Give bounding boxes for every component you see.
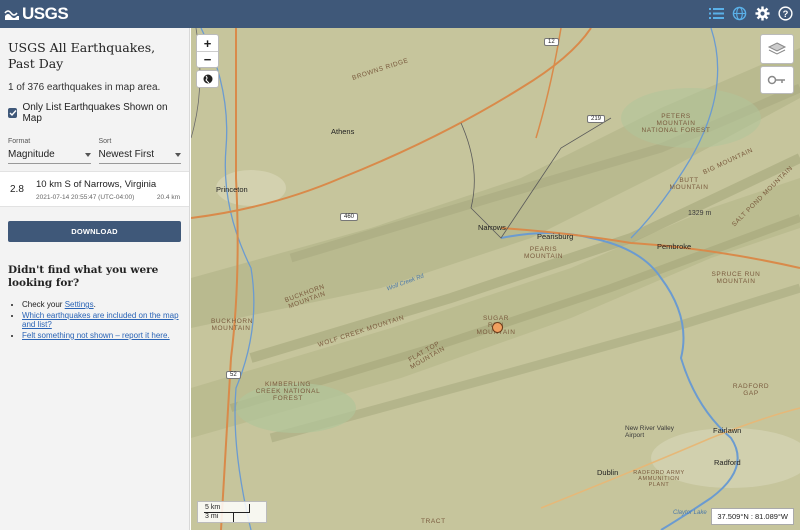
top-navigation-bar: USGS ? — [0, 0, 800, 28]
only-list-label: Only List Earthquakes Shown on Map — [22, 102, 168, 124]
map-label-pearis-mountain: PEARIS MOUNTAIN — [524, 246, 563, 260]
map-label-dublin: Dublin — [597, 468, 619, 477]
report-felt-link[interactable]: Felt something not shown – report it her… — [22, 331, 170, 340]
checkmark-icon — [9, 110, 17, 117]
chevron-down-icon — [84, 152, 91, 157]
settings-link[interactable]: Settings — [65, 300, 94, 309]
header-icons: ? — [708, 5, 794, 22]
map-label-pearisburg: Pearisburg — [537, 232, 574, 241]
list-icon[interactable] — [708, 5, 725, 22]
map-label-kimberling-forest: KIMBERLING CREEK NATIONAL FOREST — [255, 381, 321, 402]
format-value: Magnitude — [8, 149, 55, 160]
zoom-control: + − — [196, 34, 219, 68]
svg-text:?: ? — [783, 9, 789, 19]
list-item[interactable]: 2.8 10 km S of Narrows, Virginia 2021-07… — [0, 171, 189, 207]
page-title: USGS All Earthquakes, Past Day — [8, 40, 156, 71]
layers-icon — [767, 42, 787, 55]
zoom-out-button[interactable]: − — [197, 51, 218, 67]
layers-button[interactable] — [760, 34, 794, 64]
map-label-radford: Radford — [714, 458, 741, 467]
route-shield-12: 12 — [544, 38, 559, 46]
gear-icon[interactable] — [754, 5, 771, 22]
route-shield-219: 219 — [587, 115, 606, 123]
sort-select-group: Sort Newest First — [98, 138, 181, 164]
scale-bar: 5 km 3 mi — [197, 501, 267, 523]
map-label-new-river-airport: New River Valley Airport — [625, 425, 675, 439]
sort-value: Newest First — [98, 149, 155, 160]
earthquake-depth: 20.4 km — [156, 194, 180, 201]
sort-select[interactable]: Newest First — [98, 149, 181, 164]
included-earthquakes-link[interactable]: Which earthquakes are included on the ma… — [22, 311, 179, 330]
map-view[interactable]: Athens Princeton Narrows Pearisburg Pemb… — [191, 28, 800, 530]
only-list-checkbox[interactable] — [8, 108, 18, 118]
list-options: Format Magnitude Sort Newest First — [8, 138, 181, 164]
route-shield-460: 460 — [340, 213, 359, 221]
help-check-suffix: . — [93, 300, 96, 309]
help-icon[interactable]: ? — [777, 5, 794, 22]
globe-icon — [203, 74, 212, 84]
help-heading: Didn't find what you were looking for? — [8, 264, 159, 289]
map-label-radford-gap: RADFORD GAP — [732, 383, 770, 397]
route-shield-52: 52 — [226, 371, 241, 379]
earthquake-list-panel: USGS All Earthquakes, Past Day 1 of 376 … — [0, 28, 190, 530]
earthquake-marker[interactable] — [492, 322, 503, 333]
legend-button[interactable] — [760, 66, 794, 94]
help-item-settings: Check your Settings. — [22, 300, 182, 310]
map-label-fairlawn: Fairlawn — [713, 426, 742, 435]
help-check-prefix: Check your — [22, 300, 65, 309]
chevron-down-icon — [175, 152, 181, 157]
help-item-included: Which earthquakes are included on the ma… — [22, 311, 182, 330]
map-label-spruce-run: SPRUCE RUN MOUNTAIN — [711, 271, 761, 285]
download-button[interactable]: DOWNLOAD — [8, 221, 181, 242]
usgs-logo[interactable]: USGS — [4, 4, 69, 24]
key-icon — [767, 75, 785, 85]
zoom-in-button[interactable]: + — [197, 35, 218, 51]
map-label-butt-mountain: BUTT MOUNTAIN — [669, 177, 709, 191]
map-label-buckhorn-mountain-2: BUCKHORN MOUNTAIN — [211, 318, 253, 332]
globe-icon[interactable] — [731, 5, 748, 22]
map-label-radford-army: RADFORD ARMY AMMUNITION PLANT — [633, 470, 685, 488]
help-list: Check your Settings. Which earthquakes a… — [22, 300, 182, 341]
map-label-claytor-lake: Claytor Lake — [673, 510, 707, 516]
map-label-pembroke: Pembroke — [657, 242, 692, 251]
earthquake-count: 1 of 376 earthquakes in map area. — [8, 82, 161, 93]
earthquake-magnitude: 2.8 — [10, 184, 24, 195]
logo-text: USGS — [22, 4, 69, 23]
sort-label: Sort — [98, 138, 112, 145]
map-label-athens: Athens — [331, 127, 355, 136]
earthquake-time: 2021-07-14 20:55:47 (UTC-04:00) — [36, 194, 135, 201]
usgs-wave-icon — [4, 10, 19, 20]
map-label-elevation: 1329 m — [688, 210, 712, 217]
map-label-narrows: Narrows — [478, 223, 506, 232]
scale-km: 5 km — [204, 504, 250, 513]
scale-mi: 3 mi — [204, 513, 234, 522]
format-select[interactable]: Magnitude — [8, 149, 91, 164]
map-label-princeton: Princeton — [216, 185, 248, 194]
world-view-button[interactable] — [196, 70, 219, 88]
map-label-peters-forest: PETERS MOUNTAIN NATIONAL FOREST — [641, 113, 711, 134]
terrain-basemap — [191, 28, 800, 530]
cursor-coordinates: 37.509°N : 81.089°W — [711, 508, 794, 525]
only-list-toggle[interactable]: Only List Earthquakes Shown on Map — [8, 102, 181, 124]
map-label-tract: TRACT — [421, 518, 446, 525]
format-label: Format — [8, 138, 31, 145]
earthquake-place: 10 km S of Narrows, Virginia — [36, 179, 157, 190]
help-item-felt: Felt something not shown – report it her… — [22, 331, 182, 341]
format-select-group: Format Magnitude — [8, 138, 91, 164]
